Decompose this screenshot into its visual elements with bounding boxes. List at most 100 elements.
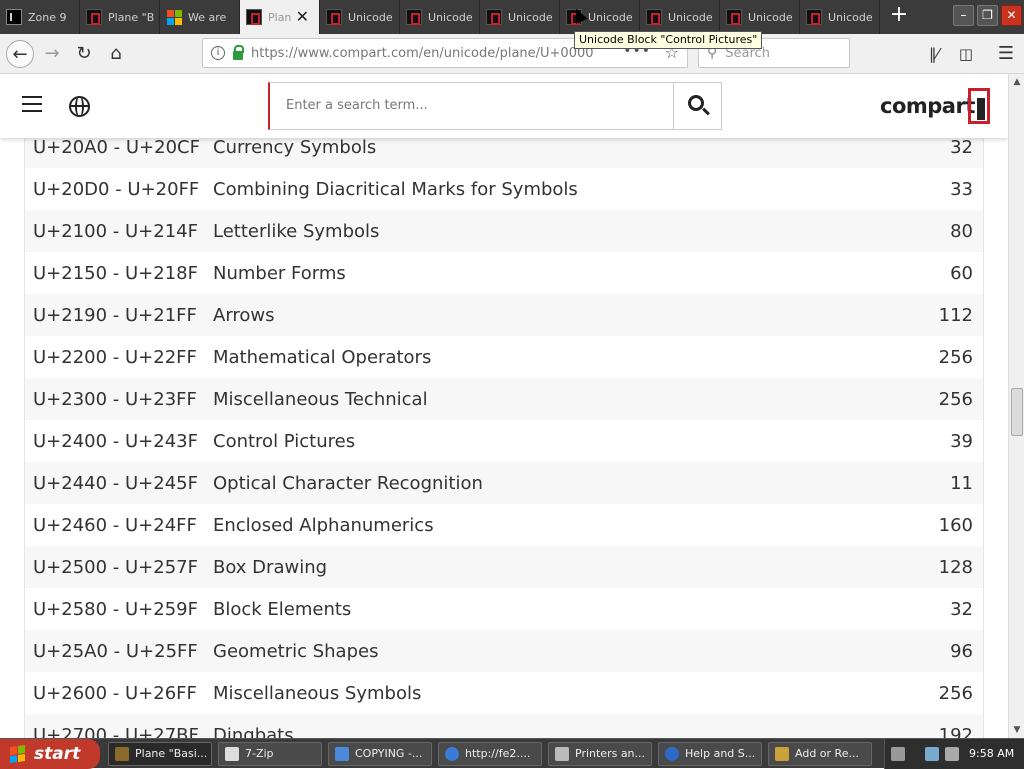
globe-icon[interactable]	[69, 96, 90, 117]
close-tab-icon[interactable]: ✕	[296, 9, 309, 25]
compart-favicon-icon	[246, 9, 262, 25]
tab-label: Unicode	[348, 10, 393, 24]
block-name: Control Pictures	[213, 430, 356, 452]
taskbar-item-label: http://fe2....	[465, 747, 531, 760]
tab-label: Unicode	[828, 10, 873, 24]
taskbar-item-ie[interactable]: http://fe2....	[438, 742, 542, 766]
scroll-down-arrow-icon[interactable]: ▼	[1009, 722, 1024, 738]
minimize-button[interactable]: –	[953, 5, 974, 26]
block-range: U+2580 - U+259F	[33, 598, 198, 620]
table-row[interactable]: U+25A0 - U+25FF Geometric Shapes 96	[25, 630, 983, 672]
tab-plane-active[interactable]: Plan ✕	[240, 0, 320, 34]
tab-unicode[interactable]: Unicode	[640, 0, 720, 34]
block-range: U+2200 - U+22FF	[33, 346, 197, 368]
table-row[interactable]: U+2190 - U+21FF Arrows 112	[25, 294, 983, 336]
tab-unicode[interactable]: Unicode	[400, 0, 480, 34]
taskbar-item-7zip[interactable]: 7-Zip	[218, 742, 322, 766]
back-button[interactable]: ←	[6, 40, 34, 68]
table-row[interactable]: U+2300 - U+23FF Miscellaneous Technical …	[25, 378, 983, 420]
restore-button[interactable]: ❐	[977, 5, 998, 26]
taskbar-item-copying[interactable]: COPYING -...	[328, 742, 432, 766]
taskbar-item-label: Add or Re...	[795, 747, 859, 760]
unicode-blocks-table: U+20A0 - U+20CF Currency Symbols 32 U+20…	[24, 126, 984, 738]
block-name: Number Forms	[213, 262, 346, 284]
table-row[interactable]: U+2600 - U+26FF Miscellaneous Symbols 25…	[25, 672, 983, 714]
tab-we-are[interactable]: We are	[160, 0, 240, 34]
scroll-up-arrow-icon[interactable]: ▲	[1009, 74, 1024, 90]
home-button[interactable]: ⌂	[102, 40, 130, 68]
tab-label: Unicode	[428, 10, 473, 24]
reload-button[interactable]: ↻	[70, 40, 98, 68]
scrollbar-thumb[interactable]	[1011, 388, 1023, 436]
volume-icon[interactable]	[945, 747, 959, 761]
tab-zone[interactable]: Zone 9	[0, 0, 80, 34]
taskbar-item-add-remove[interactable]: Add or Re...	[768, 742, 872, 766]
start-label: start	[34, 744, 81, 764]
tab-unicode[interactable]: Unicode	[560, 0, 640, 34]
new-tab-button[interactable]: +	[888, 4, 910, 27]
taskbar-item-plane[interactable]: Plane "Basi...	[108, 742, 212, 766]
block-count: 128	[938, 556, 973, 578]
table-row[interactable]: U+2700 - U+27BF Dingbats 192	[25, 714, 983, 738]
site-info-icon[interactable]: i	[211, 46, 225, 60]
block-count: 192	[938, 724, 973, 739]
block-name: Box Drawing	[213, 556, 328, 578]
block-name: Currency Symbols	[213, 136, 377, 158]
printer-icon	[555, 747, 569, 761]
block-count: 39	[950, 430, 973, 452]
tab-unicode[interactable]: Unicode	[720, 0, 800, 34]
forward-button[interactable]: →	[38, 40, 66, 68]
table-row[interactable]: U+2500 - U+257F Box Drawing 128	[25, 546, 983, 588]
table-row[interactable]: U+20D0 - U+20FF Combining Diacritical Ma…	[25, 168, 983, 210]
block-name: Block Elements	[213, 598, 352, 620]
table-row[interactable]: U+2150 - U+218F Number Forms 60	[25, 252, 983, 294]
taskbar-item-printers[interactable]: Printers an...	[548, 742, 652, 766]
system-clock[interactable]: 9:58 AM	[969, 739, 1014, 769]
block-name: Arrows	[213, 304, 275, 326]
logo-text: compart	[880, 94, 975, 118]
table-row[interactable]: U+2580 - U+259F Block Elements 32	[25, 588, 983, 630]
7zip-icon	[225, 747, 239, 761]
compart-logo[interactable]: compart	[880, 88, 992, 124]
site-search-input[interactable]: Enter a search term...	[268, 82, 674, 130]
compart-favicon-icon	[646, 9, 662, 25]
tab-strip: Zone 9 Plane "B We are Plan ✕ Unicode Un…	[0, 0, 1024, 34]
help-icon	[665, 747, 679, 761]
block-count: 80	[950, 220, 973, 242]
tab-unicode[interactable]: Unicode	[480, 0, 560, 34]
tab-unicode[interactable]: Unicode	[320, 0, 400, 34]
sidebar-icon[interactable]: ◫	[954, 42, 978, 66]
library-icon[interactable]: ‖⁄	[922, 42, 946, 66]
block-name: Combining Diacritical Marks for Symbols	[213, 178, 578, 200]
block-range: U+20D0 - U+20FF	[33, 178, 200, 200]
table-row[interactable]: U+2460 - U+24FF Enclosed Alphanumerics 1…	[25, 504, 983, 546]
block-count: 32	[950, 136, 973, 158]
close-window-button[interactable]: ✕	[1001, 5, 1022, 26]
taskbar-item-label: 7-Zip	[245, 747, 274, 760]
table-row[interactable]: U+2100 - U+214F Letterlike Symbols 80	[25, 210, 983, 252]
network-icon[interactable]	[925, 747, 939, 761]
block-name: Geometric Shapes	[213, 640, 379, 662]
hamburger-menu-icon[interactable]	[22, 96, 42, 112]
table-row[interactable]: U+2200 - U+22FF Mathematical Operators 2…	[25, 336, 983, 378]
table-row[interactable]: U+2440 - U+245F Optical Character Recogn…	[25, 462, 983, 504]
block-range: U+2400 - U+243F	[33, 430, 198, 452]
windows-logo-icon	[10, 745, 26, 764]
tab-plane[interactable]: Plane "B	[80, 0, 160, 34]
start-button[interactable]: start	[0, 739, 100, 769]
internet-explorer-icon	[445, 747, 459, 761]
keyboard-icon[interactable]	[891, 747, 905, 761]
url-text: https://www.compart.com/en/unicode/plane…	[251, 45, 594, 61]
block-name: Miscellaneous Technical	[213, 388, 428, 410]
block-range: U+2300 - U+23FF	[33, 388, 197, 410]
site-search-button[interactable]	[673, 82, 722, 130]
table-row[interactable]: U+2400 - U+243F Control Pictures 39	[25, 420, 983, 462]
taskbar-item-help[interactable]: Help and S...	[658, 742, 762, 766]
menu-icon[interactable]: ☰	[994, 42, 1018, 66]
taskbar-item-label: Help and S...	[685, 747, 756, 760]
tab-unicode[interactable]: Unicode	[800, 0, 880, 34]
vertical-scrollbar[interactable]: ▲ ▼	[1008, 74, 1024, 738]
block-range: U+2150 - U+218F	[33, 262, 198, 284]
block-range: U+2100 - U+214F	[33, 220, 198, 242]
tab-label: We are	[188, 10, 227, 24]
